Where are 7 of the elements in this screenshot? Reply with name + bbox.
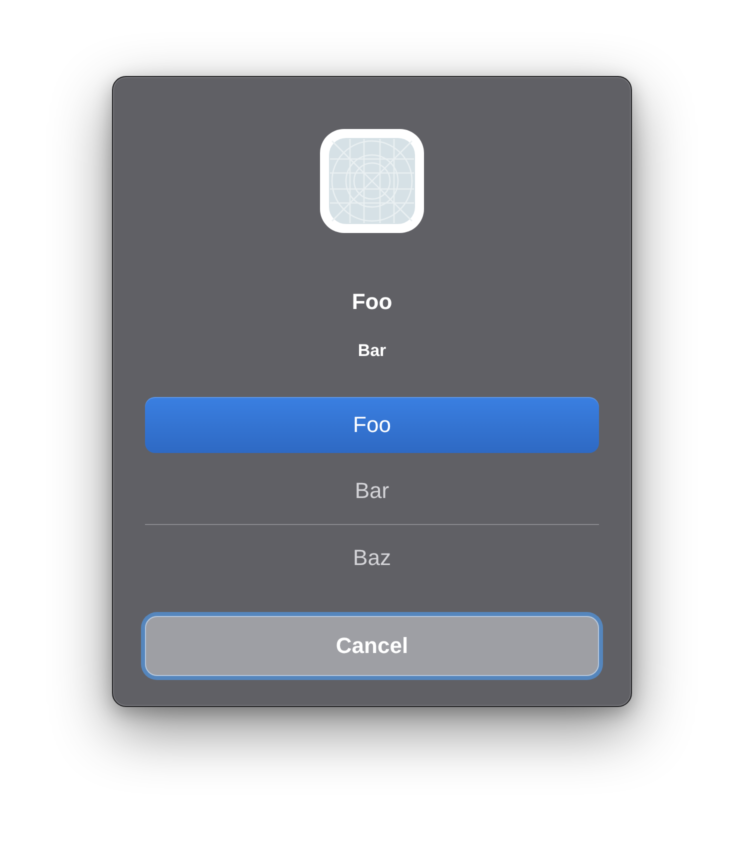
cancel-button[interactable]: Cancel [145,616,599,676]
dialog-message: Bar [358,340,386,362]
option-item[interactable]: Foo [145,397,599,453]
app-icon [320,129,424,233]
option-item[interactable]: Bar [145,463,599,519]
option-item[interactable]: Baz [145,530,599,586]
dialog-title: Foo [352,288,392,316]
